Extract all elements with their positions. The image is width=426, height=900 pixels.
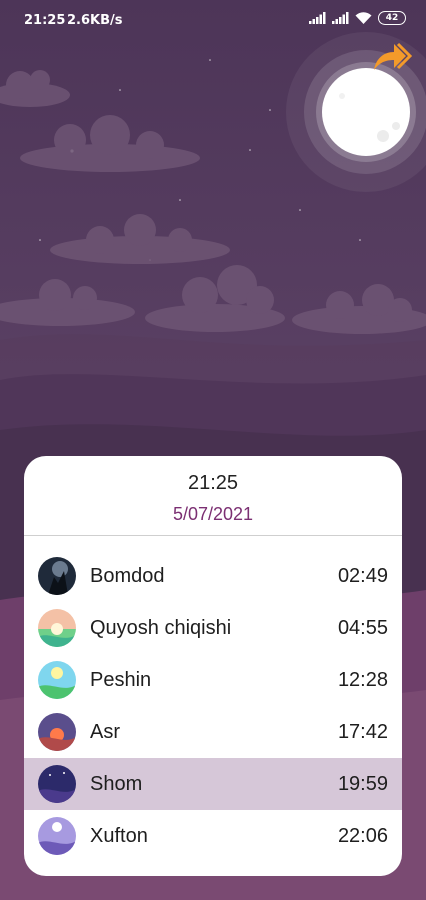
- status-time: 21:25: [24, 13, 66, 28]
- noon-sun-icon: [38, 661, 76, 699]
- night-moon-icon: [38, 817, 76, 855]
- prayer-time: 12:28: [337, 669, 388, 691]
- current-date: 5/07/2021: [172, 504, 254, 524]
- prayer-row-quyosh-chiqishi[interactable]: Quyosh chiqishi 04:55: [24, 602, 402, 654]
- prayer-name: Asr: [90, 721, 120, 743]
- prayer-row-peshin[interactable]: Peshin 12:28: [24, 654, 402, 706]
- prayer-time: 17:42: [337, 721, 388, 743]
- share-icon[interactable]: [372, 40, 414, 74]
- prayer-time: 19:59: [337, 773, 388, 795]
- prayer-row-xufton[interactable]: Xufton 22:06: [24, 810, 402, 862]
- divider: [24, 535, 402, 536]
- prayer-row-asr[interactable]: Asr 17:42: [24, 706, 402, 758]
- afternoon-sunset-icon: [38, 713, 76, 751]
- dusk-icon: [38, 765, 76, 803]
- prayer-name: Shom: [90, 773, 143, 795]
- night-tree-icon: [38, 557, 76, 595]
- battery-icon: 42: [378, 11, 406, 25]
- prayer-list: Bomdod 02:49 Quyosh chiqishi 04:55 Peshi…: [24, 550, 402, 862]
- prayer-row-bomdod[interactable]: Bomdod 02:49: [24, 550, 402, 602]
- prayer-name: Peshin: [90, 669, 152, 691]
- signal-icon: [309, 12, 326, 24]
- status-bar: 21:25 2.6KB/s 42: [0, 0, 426, 40]
- network-speed: 2.6KB/s: [67, 13, 123, 28]
- prayer-time: 04:55: [337, 617, 388, 639]
- prayer-name: Quyosh chiqishi: [90, 617, 232, 639]
- sunrise-icon: [38, 609, 76, 647]
- prayer-name: Bomdod: [90, 565, 165, 587]
- wifi-icon: [355, 11, 372, 24]
- prayer-time: 22:06: [337, 825, 388, 847]
- current-time: 21:25: [187, 472, 239, 494]
- prayer-row-shom[interactable]: Shom 19:59: [24, 758, 402, 810]
- prayer-name: Xufton: [90, 825, 148, 847]
- signal-icon-2: [332, 12, 349, 24]
- prayer-times-card: 21:25 5/07/2021 Bomdod 02:49 Quyosh chiq…: [24, 456, 402, 876]
- prayer-time: 02:49: [337, 565, 388, 587]
